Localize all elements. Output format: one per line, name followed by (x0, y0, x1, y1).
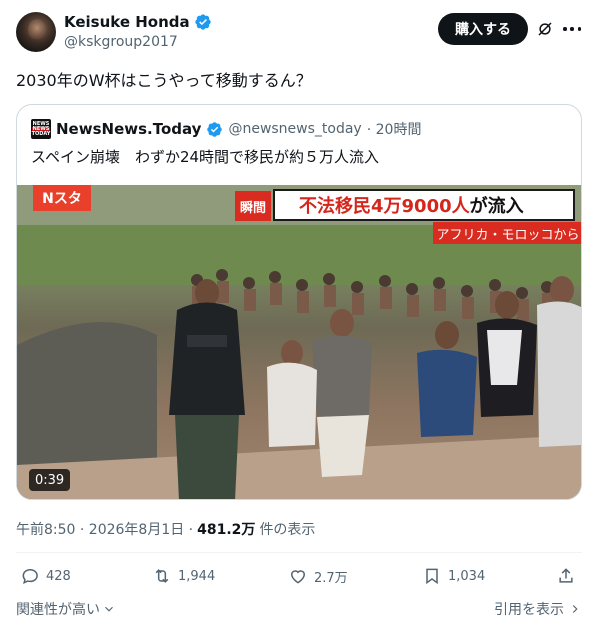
chevron-down-icon (105, 606, 113, 612)
more-options-icon[interactable] (563, 20, 581, 38)
program-tag: Nスタ (33, 185, 91, 211)
bookmark-count: 1,034 (448, 568, 486, 584)
divider (16, 552, 582, 553)
author-avatar[interactable] (16, 12, 56, 52)
tweet-header: Keisuke Honda @kskgroup2017 購入する (0, 0, 598, 60)
sort-label: 関連性が高い (16, 602, 100, 618)
video-duration: 0:39 (29, 469, 71, 491)
quoted-handle[interactable]: @newsnews_today (228, 121, 361, 137)
post-meta: 午前8:50 · 2026年8月1日 · 481.2万 件の表示 (16, 519, 315, 539)
quoted-verified-badge-icon (207, 121, 223, 137)
reply-button[interactable]: 428 (20, 566, 71, 586)
quoted-time[interactable]: · 20時間 (367, 119, 422, 139)
video-player[interactable]: Nスタ 瞬間 不法移民4万9000人 が流入 アフリカ・モロッコから 0:39 (17, 185, 581, 499)
reply-count: 428 (46, 568, 71, 584)
flash-tag: 瞬間 (235, 191, 271, 221)
author-handle[interactable]: @kskgroup2017 (64, 33, 178, 51)
video-headline: 不法移民4万9000人 が流入 (273, 189, 575, 221)
quoted-post-header: NEWS NEWS TODAY NewsNews.Today @newsnews… (31, 119, 421, 139)
heart-icon (290, 570, 306, 584)
views-label: 件の表示 (259, 522, 316, 538)
author-name-row: Keisuke Honda (64, 12, 212, 32)
grok-icon[interactable] (536, 20, 554, 38)
like-count: 2.7万 (314, 570, 348, 586)
headline-black-text: が流入 (469, 196, 524, 217)
verified-badge-icon (194, 14, 211, 30)
share-button[interactable] (556, 566, 576, 586)
sort-relevance-dropdown[interactable]: 関連性が高い (16, 599, 116, 619)
quoted-display-name[interactable]: NewsNews.Today (56, 120, 201, 138)
views-count: 481.2万 (197, 522, 256, 538)
post-footer: 関連性が高い 引用を表示 (16, 599, 582, 621)
quoted-post[interactable]: NEWS NEWS TODAY NewsNews.Today @newsnews… (16, 104, 582, 500)
repost-button[interactable]: 1,944 (152, 566, 215, 586)
bookmark-button[interactable]: 1,034 (422, 566, 485, 586)
action-bar: 428 1,944 2.7万 1,034 (16, 566, 582, 588)
chevron-right-icon (572, 605, 578, 613)
quoted-text: スペイン崩壊 わずか24時間で移民が約５万人流入 (31, 148, 380, 166)
reply-icon (22, 568, 38, 584)
bookmark-icon (426, 568, 438, 585)
author-display-name[interactable]: Keisuke Honda (64, 12, 190, 32)
view-quotes-link[interactable]: 引用を表示 (494, 599, 582, 619)
tweet-text: 2030年のW杯はこうやって移動するん？ (16, 71, 312, 90)
repost-icon (155, 569, 169, 583)
video-subhead: アフリカ・モロッコから (433, 222, 581, 244)
view-quotes-label: 引用を表示 (494, 602, 564, 618)
share-icon (559, 568, 573, 583)
headline-red-text: 不法移民4万9000人 (299, 196, 470, 217)
buy-button[interactable]: 購入する (438, 13, 528, 45)
repost-count: 1,944 (178, 568, 216, 584)
like-button[interactable]: 2.7万 (288, 566, 348, 586)
post-timestamp[interactable]: 午前8:50 · 2026年8月1日 · (16, 519, 193, 539)
quoted-avatar[interactable]: NEWS NEWS TODAY (31, 119, 51, 139)
